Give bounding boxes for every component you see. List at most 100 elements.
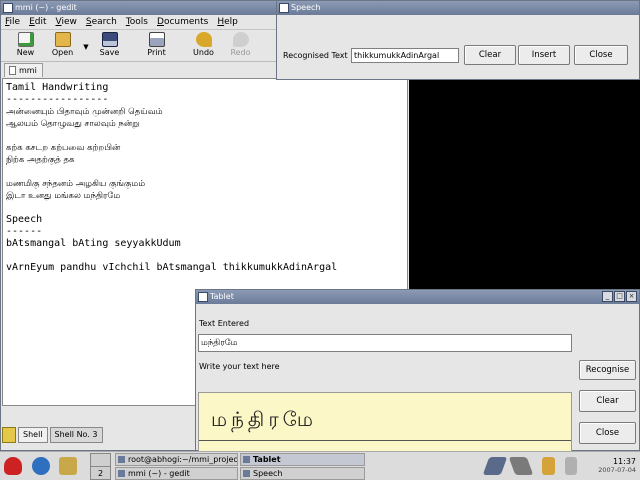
task-terminal-label: root@abhogi:~/mmi_project/... [128, 455, 238, 464]
close-icon[interactable]: × [626, 291, 637, 302]
tablet-titlebar[interactable]: Tablet _ □ × [196, 290, 639, 304]
clock[interactable]: 11:37 2007-07-04 [598, 457, 636, 474]
new-button[interactable]: New [7, 32, 44, 62]
network-icon[interactable] [565, 457, 577, 475]
document-icon [9, 66, 16, 75]
tablet-title: Tablet [210, 292, 234, 301]
editor-line: அன்னையும் பிதாவும் முன்னறி தெய்வம் [6, 107, 163, 117]
maximize-icon[interactable]: □ [614, 291, 625, 302]
gedit-task-icon [118, 470, 125, 477]
tab-shell[interactable]: Shell [18, 427, 48, 443]
workspace-1[interactable] [91, 454, 110, 467]
text-entered-label: Text Entered [199, 319, 250, 328]
editor-line: ----------------- [6, 94, 109, 105]
print-label: Print [147, 48, 166, 57]
open-button[interactable]: Open [44, 32, 81, 62]
tablet-close-button[interactable]: Close [579, 422, 636, 444]
save-button[interactable]: Save [91, 32, 128, 62]
open-label: Open [51, 48, 74, 57]
save-label: Save [99, 48, 120, 57]
toolbar-separator [128, 32, 138, 62]
handwriting-pad[interactable]: மந்திரமே [198, 392, 572, 452]
speech-app-icon [279, 3, 289, 13]
editor-line: ------ [6, 226, 43, 237]
task-speech[interactable]: Speech [240, 467, 365, 480]
editor-line: இடா உனது மங்கல மந்திரமே [6, 191, 121, 201]
text-entered-field[interactable]: மந்திரமே [198, 334, 572, 352]
tablet-window: Tablet _ □ × Text Entered மந்திரமே Write… [195, 289, 640, 452]
redhat-menu-icon[interactable] [4, 457, 22, 475]
gedit-app-icon [3, 3, 13, 13]
redo-button[interactable]: Redo [222, 32, 259, 62]
menu-tools[interactable]: Tools [126, 17, 148, 27]
insert-button[interactable]: Insert [518, 45, 570, 65]
terminal-task-icon [118, 456, 125, 463]
editor-line: ஆலயம் தொழுவது சாலவும் நன்று [6, 119, 140, 129]
recognise-button[interactable]: Recognise [579, 360, 636, 380]
minimize-icon[interactable]: _ [602, 291, 613, 302]
speech-task-icon [243, 470, 250, 477]
tablet-window-controls: _ □ × [602, 291, 637, 302]
menu-view[interactable]: View [56, 17, 77, 27]
speech-window: Speech Recognised Text thikkumukkAdinArg… [276, 0, 640, 80]
speech-close-button[interactable]: Close [574, 45, 628, 65]
recognised-text-field[interactable]: thikkumukkAdinArgal [351, 48, 459, 63]
tablet-clear-button[interactable]: Clear [579, 390, 636, 412]
menu-file[interactable]: File [5, 17, 20, 27]
undo-button[interactable]: Undo [185, 32, 222, 62]
microphone-icon[interactable] [508, 457, 534, 475]
floppy-save-icon [101, 32, 118, 47]
workspace-2[interactable]: 2 [91, 467, 110, 480]
task-gedit[interactable]: mmi (~) - gedit [115, 467, 238, 480]
folder-open-icon [54, 32, 71, 47]
workspace-pager[interactable]: 2 [90, 453, 111, 480]
menu-help[interactable]: Help [217, 17, 238, 27]
clock-date: 2007-07-04 [598, 466, 636, 474]
notes-icon[interactable] [542, 457, 555, 475]
tab-mmi-label: mmi [19, 66, 37, 75]
tab-shell-no-3[interactable]: Shell No. 3 [49, 427, 103, 443]
tab-mmi[interactable]: mmi [4, 63, 43, 77]
toolbar-separator [175, 32, 185, 62]
editor-line: நிற்க அதற்குத் தக [6, 155, 75, 165]
task-tablet[interactable]: Tablet [240, 453, 365, 466]
recognised-text-label: Recognised Text [283, 51, 348, 60]
undo-arrow-icon [195, 32, 212, 47]
clock-time: 11:37 [612, 457, 636, 466]
print-button[interactable]: Print [138, 32, 175, 62]
mail-icon[interactable] [59, 457, 77, 475]
undo-label: Undo [193, 48, 214, 57]
menu-search[interactable]: Search [86, 17, 117, 27]
editor-line: bAtsmangal bAting seyyakkUdum [6, 238, 181, 249]
web-browser-icon[interactable] [32, 457, 50, 475]
task-terminal[interactable]: root@abhogi:~/mmi_project/... [115, 453, 238, 466]
new-label: New [16, 48, 35, 57]
editor-line: vArnEyum pandhu vIchchil bAtsmangal thik… [6, 262, 338, 273]
terminal-icon [2, 427, 16, 443]
editor-line: Tamil Handwriting [6, 82, 109, 93]
tablet-task-icon [243, 456, 250, 463]
write-text-label: Write your text here [199, 362, 280, 371]
menu-edit[interactable]: Edit [29, 17, 46, 27]
writing-baseline [199, 440, 571, 441]
desktop-background [409, 80, 640, 290]
menu-documents[interactable]: Documents [157, 17, 208, 27]
task-tablet-label: Tablet [253, 455, 281, 464]
pen-icon[interactable] [482, 457, 508, 475]
editor-line: மணமிகு சந்தனம் அழகிய குங்குமம் [6, 179, 146, 189]
editor-line: Speech [6, 214, 43, 225]
task-speech-label: Speech [253, 469, 283, 478]
speech-clear-button[interactable]: Clear [464, 45, 516, 65]
editor-line: கற்க கசடற கற்பவை கற்றபின் [6, 143, 121, 153]
speech-titlebar[interactable]: Speech [277, 1, 639, 15]
shell-tabs: Shell Shell No. 3 [2, 427, 194, 443]
task-gedit-label: mmi (~) - gedit [128, 469, 190, 478]
gedit-title: mmi (~) - gedit [15, 3, 77, 12]
taskbar: 2 root@abhogi:~/mmi_project/... mmi (~) … [0, 451, 640, 480]
open-recent-chevron-down-icon[interactable]: ▼ [81, 32, 91, 62]
speech-title: Speech [291, 3, 321, 12]
